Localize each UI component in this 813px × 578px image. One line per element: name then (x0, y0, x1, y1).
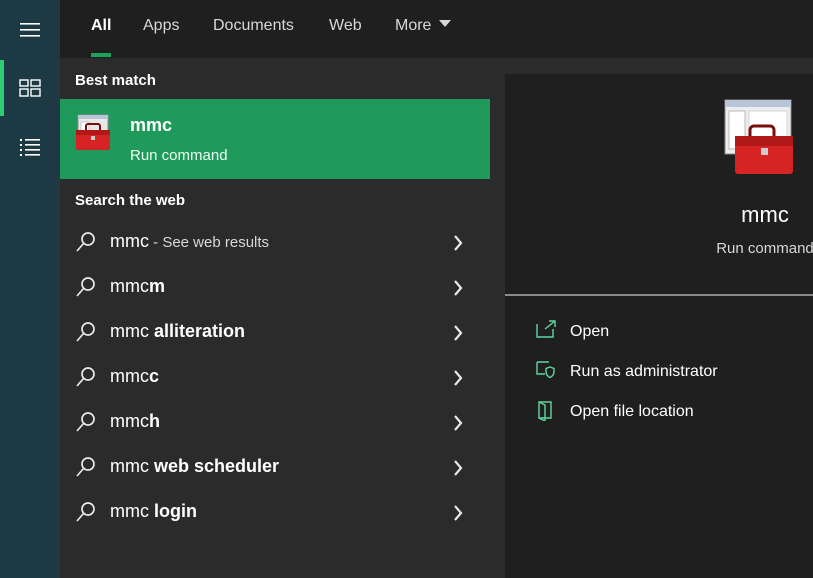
run-as-administrator-label: Run as administrator (570, 363, 718, 380)
documents-list-button[interactable] (0, 118, 60, 178)
search-icon (76, 457, 95, 477)
search-icon (76, 502, 95, 522)
open-icon (536, 320, 556, 338)
tab-web[interactable]: Web (329, 0, 362, 58)
hamburger-icon (20, 23, 40, 37)
home-button[interactable] (0, 58, 60, 118)
hamburger-button[interactable] (0, 0, 60, 60)
search-icon (76, 277, 95, 297)
tab-documents[interactable]: Documents (213, 0, 294, 58)
open-file-location-label: Open file location (570, 403, 694, 420)
web-suggestion-text: mmch (110, 411, 160, 432)
web-suggestion-prefix: mmc (110, 276, 149, 296)
web-suggestion-item[interactable]: mmc alliteration (60, 310, 490, 355)
results-pane: Best match mmc Run command Search the we… (60, 58, 490, 578)
details-pane: mmc Run command Open Run as administrato… (505, 74, 813, 578)
chevron-right-icon[interactable] (452, 504, 464, 522)
details-subtitle: Run command (716, 240, 813, 257)
web-suggestion-item[interactable]: mmc web scheduler (60, 445, 490, 490)
details-title: mmc (741, 202, 789, 227)
toolbox-icon (76, 114, 110, 150)
shield-icon (536, 361, 555, 379)
tab-all[interactable]: All (91, 0, 112, 58)
web-suggestion-text: mmcm (110, 276, 165, 297)
home-tiles-icon (19, 79, 41, 97)
chevron-down-icon (439, 20, 452, 28)
web-suggestion-text: mmc alliteration (110, 321, 245, 342)
web-suggestion-item[interactable]: mmcc (60, 355, 490, 400)
open-action-label: Open (570, 323, 610, 340)
web-suggestion-prefix: mmc (110, 456, 154, 476)
chevron-right-icon[interactable] (452, 279, 464, 297)
open-action[interactable]: Open (535, 317, 795, 347)
web-suggestion-prefix: mmc (110, 231, 149, 251)
web-suggestion-item[interactable]: mmcm (60, 265, 490, 310)
search-icon (76, 367, 95, 387)
web-suggestion-completion: login (154, 501, 197, 521)
web-suggestion-prefix: mmc (110, 411, 149, 431)
best-match-heading: Best match (75, 72, 156, 89)
run-as-administrator-action[interactable]: Run as administrator (535, 357, 795, 387)
web-suggestion-text: mmcc (110, 366, 159, 387)
chevron-right-icon[interactable] (452, 324, 464, 342)
web-suggestion-text: mmc - See web results (110, 231, 269, 252)
web-suggestion-completion: m (149, 276, 166, 296)
web-suggestion-item[interactable]: mmc - See web results (60, 220, 490, 265)
web-suggestion-hint: - See web results (149, 234, 270, 251)
details-divider (505, 294, 813, 296)
web-suggestion-completion: c (149, 366, 160, 386)
search-icon (76, 412, 95, 432)
chevron-right-icon[interactable] (452, 459, 464, 477)
web-suggestion-prefix: mmc (110, 321, 154, 341)
left-rail (0, 0, 60, 578)
web-suggestion-prefix: mmc (110, 366, 149, 386)
web-suggestion-item[interactable]: mmch (60, 400, 490, 445)
web-suggestion-completion: h (149, 411, 160, 431)
best-match-item[interactable]: mmc Run command (60, 99, 490, 179)
toolbox-icon (724, 99, 793, 174)
file-location-icon (538, 401, 552, 421)
list-icon (20, 139, 40, 156)
search-icon (76, 322, 95, 342)
web-suggestion-completion: web scheduler (154, 456, 280, 476)
search-web-heading: Search the web (75, 192, 186, 209)
chevron-right-icon[interactable] (452, 414, 464, 432)
best-match-type: Run command (130, 147, 228, 164)
open-file-location-action[interactable]: Open file location (535, 397, 795, 427)
web-suggestion-completion: alliteration (154, 321, 246, 341)
best-match-name: mmc (130, 115, 173, 135)
chevron-right-icon[interactable] (452, 234, 464, 252)
web-suggestion-text: mmc web scheduler (110, 456, 279, 477)
tab-apps[interactable]: Apps (143, 0, 179, 58)
web-suggestion-text: mmc login (110, 501, 197, 522)
tab-more[interactable]: More (395, 0, 452, 58)
web-suggestion-prefix: mmc (110, 501, 154, 521)
search-icon (76, 232, 95, 252)
web-suggestion-item[interactable]: mmc login (60, 490, 490, 535)
filter-tab-bar: All Apps Documents Web More (60, 0, 813, 58)
chevron-right-icon[interactable] (452, 369, 464, 387)
